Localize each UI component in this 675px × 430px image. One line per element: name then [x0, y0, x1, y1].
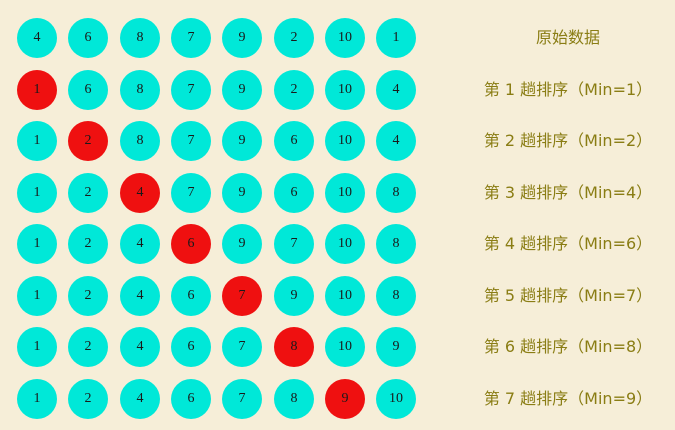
- number-ball: 9: [222, 121, 262, 161]
- number-ball: 10: [325, 276, 365, 316]
- number-ball: 1: [376, 18, 416, 58]
- number-ball: 7: [171, 18, 211, 58]
- number-ball: 2: [274, 18, 314, 58]
- number-ball: 4: [376, 70, 416, 110]
- number-ball: 10: [325, 18, 365, 58]
- number-ball: 10: [325, 173, 365, 213]
- min-number-ball: 2: [68, 121, 108, 161]
- number-ball: 2: [68, 379, 108, 419]
- number-ball: 4: [120, 276, 160, 316]
- sort-pass-label: 第 2 趟排序（Min=2）: [483, 131, 653, 150]
- number-ball: 6: [171, 379, 211, 419]
- min-number-ball: 6: [171, 224, 211, 264]
- number-ball: 7: [222, 379, 262, 419]
- number-ball: 2: [68, 276, 108, 316]
- number-ball: 1: [17, 379, 57, 419]
- number-ball: 6: [171, 327, 211, 367]
- number-ball: 9: [376, 327, 416, 367]
- number-ball: 9: [222, 224, 262, 264]
- min-number-ball: 4: [120, 173, 160, 213]
- number-ball: 6: [171, 276, 211, 316]
- number-ball: 1: [17, 224, 57, 264]
- number-ball: 4: [17, 18, 57, 58]
- number-ball: 9: [222, 173, 262, 213]
- number-ball: 10: [325, 327, 365, 367]
- min-number-ball: 1: [17, 70, 57, 110]
- number-ball: 4: [120, 224, 160, 264]
- number-ball: 10: [325, 121, 365, 161]
- min-number-ball: 9: [325, 379, 365, 419]
- number-ball: 7: [274, 224, 314, 264]
- sort-pass-label: 第 7 趟排序（Min=9）: [483, 389, 653, 408]
- number-ball: 4: [376, 121, 416, 161]
- number-ball: 6: [274, 121, 314, 161]
- sort-pass-label: 第 1 趟排序（Min=1）: [483, 80, 653, 99]
- min-number-ball: 8: [274, 327, 314, 367]
- number-ball: 8: [120, 121, 160, 161]
- number-ball: 8: [274, 379, 314, 419]
- number-ball: 8: [376, 224, 416, 264]
- number-ball: 10: [325, 70, 365, 110]
- sort-pass-label: 第 4 趟排序（Min=6）: [483, 234, 653, 253]
- number-ball: 1: [17, 173, 57, 213]
- number-ball: 7: [222, 327, 262, 367]
- number-ball: 2: [68, 224, 108, 264]
- number-ball: 4: [120, 379, 160, 419]
- number-ball: 8: [376, 173, 416, 213]
- number-ball: 8: [120, 18, 160, 58]
- number-ball: 9: [222, 70, 262, 110]
- number-ball: 9: [274, 276, 314, 316]
- number-ball: 1: [17, 327, 57, 367]
- number-ball: 1: [17, 276, 57, 316]
- number-ball: 7: [171, 173, 211, 213]
- number-ball: 8: [120, 70, 160, 110]
- sort-pass-label: 第 3 趟排序（Min=4）: [483, 183, 653, 202]
- sort-pass-label: 第 6 趟排序（Min=8）: [483, 337, 653, 356]
- number-ball: 7: [171, 70, 211, 110]
- selection-sort-diagram: 4 6 8 7 9 2 10 1 原始数据 1 6 8 7 9 2 10 4 第 1 趟排序（Min=1） 1 2 8 7…: [0, 0, 675, 430]
- number-ball: 2: [68, 327, 108, 367]
- original-data-label: 原始数据: [535, 28, 600, 47]
- number-ball: 8: [376, 276, 416, 316]
- number-ball: 6: [68, 18, 108, 58]
- number-ball: 6: [68, 70, 108, 110]
- number-ball: 9: [222, 18, 262, 58]
- number-ball: 6: [274, 173, 314, 213]
- min-number-ball: 7: [222, 276, 262, 316]
- number-ball: 1: [17, 121, 57, 161]
- number-ball: 10: [325, 224, 365, 264]
- number-ball: 4: [120, 327, 160, 367]
- sort-pass-label: 第 5 趟排序（Min=7）: [483, 286, 653, 305]
- number-ball: 10: [376, 379, 416, 419]
- number-ball: 2: [274, 70, 314, 110]
- number-ball: 7: [171, 121, 211, 161]
- number-ball: 2: [68, 173, 108, 213]
